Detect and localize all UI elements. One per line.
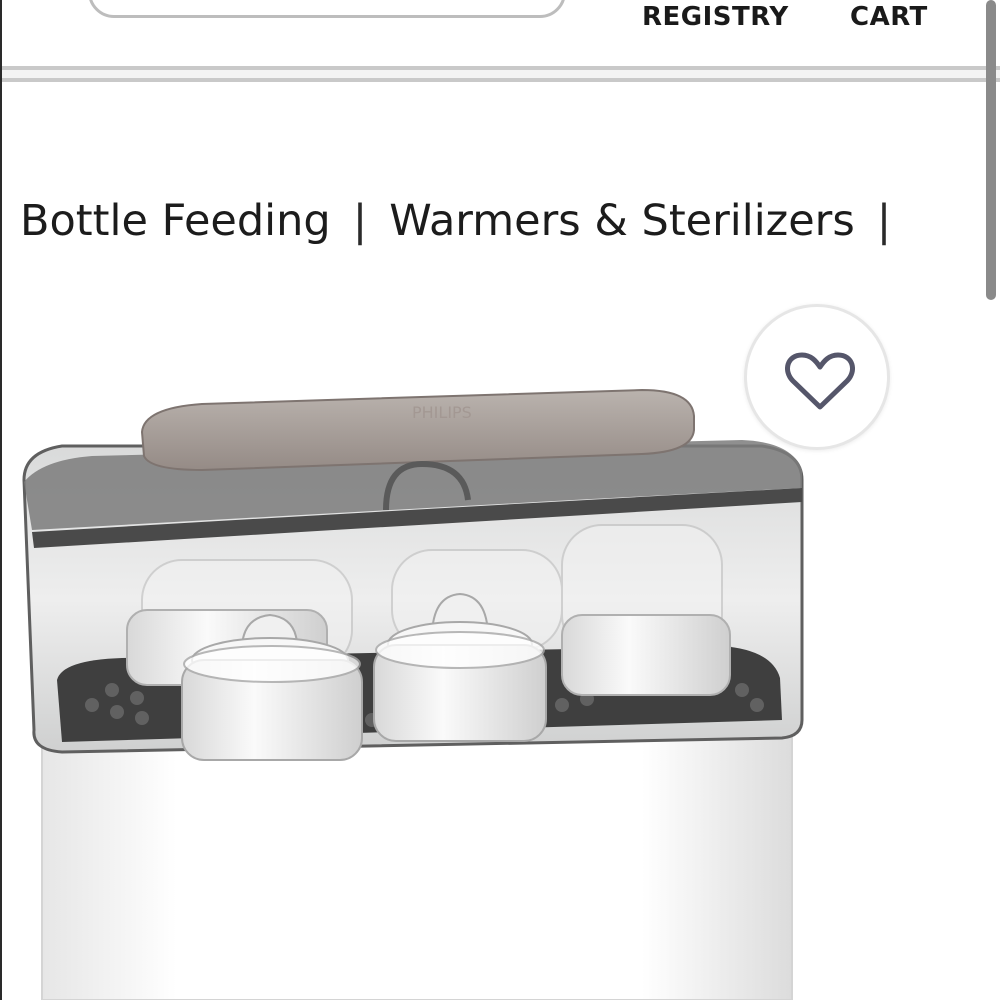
bottle-sterilizer-image: PHILIPS [22, 388, 804, 1000]
cart-link[interactable]: CART [850, 2, 928, 32]
scrollbar[interactable] [986, 0, 996, 300]
breadcrumb-separator: | [876, 196, 892, 246]
breadcrumb-separator: | [352, 196, 368, 246]
site-header: REGISTRY CART [2, 0, 1000, 82]
search-input[interactable] [88, 0, 566, 18]
brand-emboss: PHILIPS [412, 403, 472, 422]
registry-link[interactable]: REGISTRY [642, 2, 789, 32]
breadcrumb-item-warmers-sterilizers[interactable]: Warmers & Sterilizers [389, 196, 855, 246]
breadcrumb-item-bottle-feeding[interactable]: Bottle Feeding [20, 196, 331, 246]
favorite-button[interactable] [744, 304, 890, 450]
header-divider [2, 66, 1000, 82]
product-page: REGISTRY CART Bottle Feeding | Warmers & S… [0, 0, 1000, 1000]
heart-icon [785, 352, 855, 410]
breadcrumb: Bottle Feeding | Warmers & Sterilizers | [20, 196, 913, 246]
